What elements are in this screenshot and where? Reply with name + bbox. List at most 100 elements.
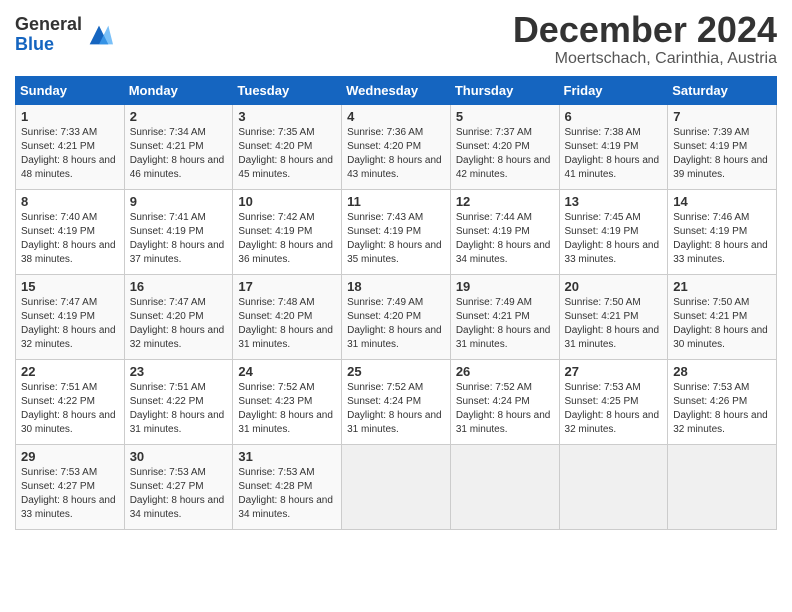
day-number: 16 (130, 279, 228, 294)
day-number: 6 (565, 109, 663, 124)
day-info: Sunrise: 7:53 AMSunset: 4:28 PMDaylight:… (238, 466, 336, 522)
calendar-cell: 26 Sunrise: 7:52 AMSunset: 4:24 PMDayligh… (450, 359, 559, 444)
calendar-cell: 29Sunrise: 7:53 AMSunset: 4:27 PMDayligh… (16, 444, 125, 529)
day-info: Sunrise: 7:46 AMSunset: 4:19 PMDaylight:… (673, 211, 771, 267)
calendar-cell: 8Sunrise: 7:40 AMSunset: 4:19 PMDaylight… (16, 189, 125, 274)
day-number: 24 (238, 364, 336, 379)
day-info: Sunrise: 7:45 AMSunset: 4:19 PMDaylight:… (565, 211, 663, 267)
calendar-cell (559, 444, 668, 529)
day-info: Sunrise: 7:47 AMSunset: 4:19 PMDaylight:… (21, 296, 119, 352)
calendar-cell (450, 444, 559, 529)
logo-icon (85, 21, 113, 49)
calendar-cell (668, 444, 777, 529)
calendar-cell: 6Sunrise: 7:38 AMSunset: 4:19 PMDaylight… (559, 104, 668, 189)
day-number: 3 (238, 109, 336, 124)
calendar-cell: 19 Sunrise: 7:49 AMSunset: 4:21 PMDayligh… (450, 274, 559, 359)
calendar-cell: 28Sunrise: 7:53 AMSunset: 4:26 PMDayligh… (668, 359, 777, 444)
month-title: December 2024 (513, 10, 777, 50)
calendar-header-tuesday: Tuesday (233, 76, 342, 104)
calendar-cell: 14 Sunrise: 7:46 AMSunset: 4:19 PMDayligh… (668, 189, 777, 274)
calendar-cell: 5 Sunrise: 7:37 AMSunset: 4:20 PMDaylight… (450, 104, 559, 189)
calendar-cell (342, 444, 451, 529)
day-number: 18 (347, 279, 445, 294)
day-info: Sunrise: 7:51 AMSunset: 4:22 PMDaylight:… (130, 381, 228, 437)
calendar-cell: 10 Sunrise: 7:42 AMSunset: 4:19 PMDayligh… (233, 189, 342, 274)
day-info: Sunrise: 7:42 AMSunset: 4:19 PMDaylight:… (238, 211, 336, 267)
calendar-cell: 31 Sunrise: 7:53 AMSunset: 4:28 PMDayligh… (233, 444, 342, 529)
location: Moertschach, Carinthia, Austria (513, 50, 777, 68)
calendar-cell: 20 Sunrise: 7:50 AMSunset: 4:21 PMDayligh… (559, 274, 668, 359)
day-number: 5 (456, 109, 554, 124)
calendar-cell: 1Sunrise: 7:33 AMSunset: 4:21 PMDaylight… (16, 104, 125, 189)
day-info: Sunrise: 7:53 AMSunset: 4:25 PMDaylight:… (565, 381, 663, 437)
day-number: 30 (130, 449, 228, 464)
calendar-cell: 15 Sunrise: 7:47 AMSunset: 4:19 PMDayligh… (16, 274, 125, 359)
day-info: Sunrise: 7:53 AMSunset: 4:27 PMDaylight:… (21, 466, 119, 522)
calendar-header-wednesday: Wednesday (342, 76, 451, 104)
calendar-cell: 11 Sunrise: 7:43 AMSunset: 4:19 PMDayligh… (342, 189, 451, 274)
calendar-header-row: SundayMondayTuesdayWednesdayThursdayFrid… (16, 76, 777, 104)
day-info: Sunrise: 7:35 AMSunset: 4:20 PMDaylight:… (238, 126, 336, 182)
calendar-cell: 9 Sunrise: 7:41 AMSunset: 4:19 PMDaylight… (124, 189, 233, 274)
day-info: Sunrise: 7:41 AMSunset: 4:19 PMDaylight:… (130, 211, 228, 267)
day-info: Sunrise: 7:49 AMSunset: 4:20 PMDaylight:… (347, 296, 445, 352)
calendar-header-thursday: Thursday (450, 76, 559, 104)
day-info: Sunrise: 7:48 AMSunset: 4:20 PMDaylight:… (238, 296, 336, 352)
day-info: Sunrise: 7:33 AMSunset: 4:21 PMDaylight:… (21, 126, 119, 182)
day-number: 19 (456, 279, 554, 294)
calendar-cell: 2 Sunrise: 7:34 AMSunset: 4:21 PMDaylight… (124, 104, 233, 189)
day-number: 21 (673, 279, 771, 294)
day-info: Sunrise: 7:43 AMSunset: 4:19 PMDaylight:… (347, 211, 445, 267)
calendar-cell: 3 Sunrise: 7:35 AMSunset: 4:20 PMDaylight… (233, 104, 342, 189)
day-info: Sunrise: 7:51 AMSunset: 4:22 PMDaylight:… (21, 381, 119, 437)
calendar-cell: 7 Sunrise: 7:39 AMSunset: 4:19 PMDaylight… (668, 104, 777, 189)
day-number: 31 (238, 449, 336, 464)
day-info: Sunrise: 7:37 AMSunset: 4:20 PMDaylight:… (456, 126, 554, 182)
day-number: 15 (21, 279, 119, 294)
calendar-week-row: 29Sunrise: 7:53 AMSunset: 4:27 PMDayligh… (16, 444, 777, 529)
day-number: 2 (130, 109, 228, 124)
calendar-cell: 21 Sunrise: 7:50 AMSunset: 4:21 PMDayligh… (668, 274, 777, 359)
day-info: Sunrise: 7:36 AMSunset: 4:20 PMDaylight:… (347, 126, 445, 182)
day-info: Sunrise: 7:39 AMSunset: 4:19 PMDaylight:… (673, 126, 771, 182)
day-info: Sunrise: 7:34 AMSunset: 4:21 PMDaylight:… (130, 126, 228, 182)
day-number: 26 (456, 364, 554, 379)
calendar-cell: 4 Sunrise: 7:36 AMSunset: 4:20 PMDaylight… (342, 104, 451, 189)
day-number: 12 (456, 194, 554, 209)
calendar-cell: 16Sunrise: 7:47 AMSunset: 4:20 PMDayligh… (124, 274, 233, 359)
day-info: Sunrise: 7:50 AMSunset: 4:21 PMDaylight:… (673, 296, 771, 352)
calendar-week-row: 22Sunrise: 7:51 AMSunset: 4:22 PMDayligh… (16, 359, 777, 444)
calendar-week-row: 15 Sunrise: 7:47 AMSunset: 4:19 PMDayligh… (16, 274, 777, 359)
calendar-cell: 18 Sunrise: 7:49 AMSunset: 4:20 PMDayligh… (342, 274, 451, 359)
calendar-cell: 30Sunrise: 7:53 AMSunset: 4:27 PMDayligh… (124, 444, 233, 529)
calendar-cell: 24Sunrise: 7:52 AMSunset: 4:23 PMDayligh… (233, 359, 342, 444)
calendar-header-friday: Friday (559, 76, 668, 104)
day-number: 14 (673, 194, 771, 209)
day-info: Sunrise: 7:49 AMSunset: 4:21 PMDaylight:… (456, 296, 554, 352)
day-number: 28 (673, 364, 771, 379)
calendar-cell: 17 Sunrise: 7:48 AMSunset: 4:20 PMDayligh… (233, 274, 342, 359)
calendar-cell: 22Sunrise: 7:51 AMSunset: 4:22 PMDayligh… (16, 359, 125, 444)
day-number: 20 (565, 279, 663, 294)
day-info: Sunrise: 7:50 AMSunset: 4:21 PMDaylight:… (565, 296, 663, 352)
day-number: 27 (565, 364, 663, 379)
calendar-table: SundayMondayTuesdayWednesdayThursdayFrid… (15, 76, 777, 530)
calendar-week-row: 8Sunrise: 7:40 AMSunset: 4:19 PMDaylight… (16, 189, 777, 274)
day-number: 17 (238, 279, 336, 294)
day-number: 25 (347, 364, 445, 379)
calendar-cell: 12Sunrise: 7:44 AMSunset: 4:19 PMDayligh… (450, 189, 559, 274)
calendar-cell: 27 Sunrise: 7:53 AMSunset: 4:25 PMDayligh… (559, 359, 668, 444)
day-number: 7 (673, 109, 771, 124)
day-number: 4 (347, 109, 445, 124)
day-info: Sunrise: 7:52 AMSunset: 4:24 PMDaylight:… (456, 381, 554, 437)
calendar-cell: 13Sunrise: 7:45 AMSunset: 4:19 PMDayligh… (559, 189, 668, 274)
page-header: General Blue December 2024 Moertschach, … (15, 10, 777, 68)
day-number: 11 (347, 194, 445, 209)
calendar-cell: 23Sunrise: 7:51 AMSunset: 4:22 PMDayligh… (124, 359, 233, 444)
calendar-week-row: 1Sunrise: 7:33 AMSunset: 4:21 PMDaylight… (16, 104, 777, 189)
calendar-header-monday: Monday (124, 76, 233, 104)
day-number: 10 (238, 194, 336, 209)
calendar-header-sunday: Sunday (16, 76, 125, 104)
calendar-header-saturday: Saturday (668, 76, 777, 104)
day-number: 9 (130, 194, 228, 209)
